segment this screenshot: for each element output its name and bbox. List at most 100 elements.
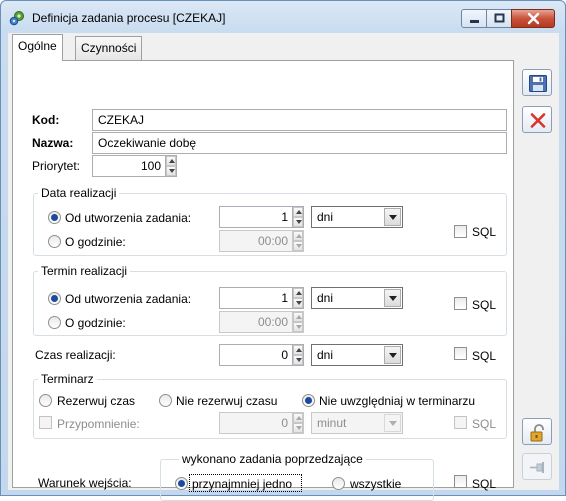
termin-realizacji-legend: Termin realizacji (38, 264, 131, 278)
arrow-down-icon (296, 426, 302, 430)
termin-o-godzinie-radio[interactable] (48, 316, 61, 329)
termin-time-stepper[interactable] (292, 311, 304, 333)
priorytet-field[interactable]: 100 (92, 155, 166, 177)
warunek-legend: wykonano zadania poprzedzające (179, 452, 366, 466)
maximize-button[interactable] (486, 9, 512, 28)
stepper-down[interactable] (293, 217, 303, 227)
stepper-up[interactable] (293, 231, 303, 241)
arrow-down-icon (169, 169, 175, 173)
arrow-up-icon (296, 291, 302, 295)
select-value: minut (317, 416, 347, 430)
przypomnienie-field[interactable]: 0 (219, 412, 293, 434)
data-sql-label: SQL (472, 225, 497, 239)
przynajmniej-jedno-radio[interactable] (175, 477, 188, 490)
stepper-down[interactable] (293, 241, 303, 251)
arrow-up-icon (169, 159, 175, 163)
termin-sql-checkbox[interactable] (454, 297, 467, 310)
czas-sql-checkbox[interactable] (454, 347, 467, 360)
termin-od-utworzenia-radio[interactable] (48, 292, 61, 305)
przypomnienie-stepper[interactable] (292, 412, 304, 434)
wszystkie-radio[interactable] (332, 477, 345, 490)
client-area: Ogólne Czynności Kod: CZEKAJ Nazwa: Ocze… (8, 33, 559, 501)
dialog-window: Definicja zadania procesu [CZEKAJ] Ogóln… (0, 0, 566, 501)
warunek-sql-label: SQL (472, 477, 497, 491)
data-time-field[interactable]: 00:00 (219, 230, 293, 252)
data-sql-checkbox[interactable] (454, 225, 467, 238)
maximize-icon (494, 13, 505, 23)
data-od-utworzenia-label: Od utworzenia zadania: (65, 211, 192, 225)
termin-o-godzinie-label: O godzinie: (65, 316, 126, 330)
stepper-up[interactable] (293, 345, 303, 355)
czas-value-field[interactable]: 0 (219, 344, 293, 366)
rezerwuj-czas-radio[interactable] (39, 394, 52, 407)
czas-unit-select[interactable]: dni (311, 344, 403, 366)
termin-time-field[interactable]: 00:00 (219, 311, 293, 333)
priorytet-stepper[interactable] (165, 155, 177, 177)
nie-rezerwuj-label: Nie rezerwuj czasu (176, 394, 278, 408)
pin-button[interactable] (522, 453, 552, 480)
stepper-up[interactable] (166, 156, 176, 166)
stepper-down[interactable] (293, 322, 303, 332)
dropdown-button[interactable] (384, 414, 401, 432)
termin-sql-label: SQL (472, 298, 497, 312)
lock-icon (530, 424, 544, 442)
warunek-sql-checkbox[interactable] (454, 475, 467, 488)
stepper-up[interactable] (293, 413, 303, 423)
data-value-field[interactable]: 1 (219, 206, 293, 228)
kod-field[interactable]: CZEKAJ (92, 109, 507, 131)
chevron-down-icon (389, 353, 397, 358)
termin-value-stepper[interactable] (292, 287, 304, 309)
czas-value-stepper[interactable] (292, 344, 304, 366)
tab-panel-ogolne: Kod: CZEKAJ Nazwa: Oczekiwanie dobę Prio… (12, 60, 514, 501)
select-value: dni (317, 348, 334, 362)
nie-rezerwuj-radio[interactable] (159, 394, 172, 407)
dropdown-button[interactable] (384, 289, 401, 307)
przypomnienie-checkbox[interactable] (39, 416, 52, 429)
arrow-down-icon (296, 220, 302, 224)
arrow-up-icon (296, 315, 302, 319)
tab-label: Ogólne (18, 39, 57, 53)
tab-czynnosci[interactable]: Czynności (75, 36, 143, 60)
stepper-up[interactable] (293, 312, 303, 322)
close-icon (527, 12, 540, 25)
stepper-down[interactable] (166, 166, 176, 176)
arrow-down-icon (296, 301, 302, 305)
save-icon (529, 75, 547, 92)
data-value-stepper[interactable] (292, 206, 304, 228)
terminarz-sql-checkbox[interactable] (454, 416, 467, 429)
przypomnienie-label: Przypomnienie: (57, 417, 140, 431)
data-od-utworzenia-radio[interactable] (48, 211, 61, 224)
tab-ogolne[interactable]: Ogólne (12, 34, 63, 61)
stepper-down[interactable] (293, 423, 303, 433)
cancel-button[interactable] (522, 106, 552, 133)
data-realizacji-legend: Data realizacji (38, 186, 120, 200)
title-bar[interactable]: Definicja zadania procesu [CZEKAJ] (1, 1, 565, 33)
arrow-up-icon (296, 210, 302, 214)
nie-uwzgledniaj-label: Nie uwzględniaj w terminarzu (319, 394, 476, 408)
select-value: dni (317, 210, 334, 224)
lock-button[interactable] (522, 418, 552, 445)
arrow-down-icon (296, 325, 302, 329)
data-time-stepper[interactable] (292, 230, 304, 252)
termin-unit-select[interactable]: dni (311, 287, 403, 309)
czas-sql-label: SQL (472, 349, 497, 363)
nie-uwzgledniaj-radio[interactable] (302, 394, 315, 407)
terminarz-legend: Terminarz (38, 372, 97, 386)
przypomnienie-unit-select[interactable]: minut (311, 412, 403, 434)
dropdown-button[interactable] (384, 346, 401, 364)
nazwa-field[interactable]: Oczekiwanie dobę (92, 132, 507, 154)
close-button[interactable] (511, 9, 555, 28)
cancel-icon (530, 113, 546, 128)
stepper-up[interactable] (293, 207, 303, 217)
stepper-down[interactable] (293, 355, 303, 365)
stepper-up[interactable] (293, 288, 303, 298)
data-o-godzinie-radio[interactable] (48, 235, 61, 248)
stepper-down[interactable] (293, 298, 303, 308)
select-value: dni (317, 291, 334, 305)
minimize-button[interactable] (461, 9, 487, 28)
dropdown-button[interactable] (384, 208, 401, 226)
arrow-up-icon (296, 234, 302, 238)
data-unit-select[interactable]: dni (311, 206, 403, 228)
save-button[interactable] (522, 69, 552, 96)
termin-value-field[interactable]: 1 (219, 287, 293, 309)
